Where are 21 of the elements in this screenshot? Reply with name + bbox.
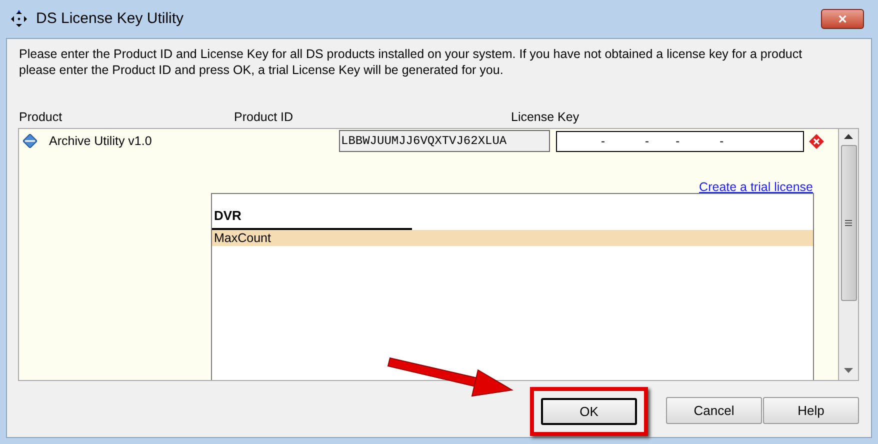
dialog-button[interactable]: OK bbox=[541, 398, 637, 425]
scroll-thumb[interactable] bbox=[840, 145, 856, 301]
scrollbar[interactable] bbox=[839, 128, 859, 381]
product-id-field[interactable]: LBBWJUUMJJ6VQXTVJ62XLUA bbox=[339, 130, 550, 152]
feature-heading: DVR bbox=[213, 208, 242, 223]
dialog-button[interactable]: Help bbox=[763, 397, 859, 424]
move-icon bbox=[10, 10, 28, 28]
trial-license-link[interactable]: Create a trial license bbox=[699, 178, 813, 196]
column-header: Product ID bbox=[234, 109, 294, 126]
dialog-button[interactable]: Cancel bbox=[666, 397, 762, 424]
column-header: Product bbox=[19, 109, 64, 126]
window-title: DS License Key Utility bbox=[36, 8, 185, 29]
diamond-icon[interactable] bbox=[23, 134, 37, 148]
feature-row[interactable]: MaxCount bbox=[212, 230, 813, 246]
scroll-down-icon[interactable] bbox=[844, 368, 853, 373]
scroll-up-icon[interactable] bbox=[844, 134, 853, 139]
instructions-text: Please enter the Product ID and License Key for all DS products installed on your system. If you have not obtained a license key for a product please enter the Product ID and press OK, a trial License Key will be generated for you. bbox=[19, 46, 804, 78]
column-header: License Key bbox=[511, 109, 580, 126]
license-key-field[interactable]: - - - - bbox=[556, 130, 804, 152]
grip-icon bbox=[845, 220, 852, 226]
product-name: Archive Utility v1.0 bbox=[49, 132, 153, 150]
